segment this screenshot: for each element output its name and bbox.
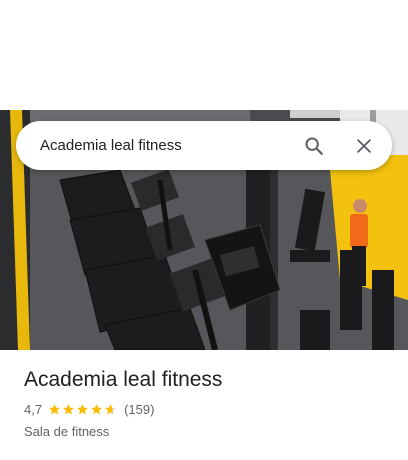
rating-value: 4,7 [24,401,43,417]
close-button[interactable] [344,126,384,166]
rating-row[interactable]: 4,7 (159) [24,400,394,418]
place-category: Sala de fitness [24,424,110,439]
star-icon [91,403,102,414]
place-info[interactable]: Academia leal fitness 4,7 (159) Sala de … [24,366,394,439]
search-button[interactable] [294,126,334,166]
place-title: Academia leal fitness [24,368,223,391]
rating-stars [48,403,118,416]
close-icon [357,138,371,153]
review-count[interactable]: (159) [124,402,154,417]
star-icon [105,403,116,414]
star-icon [77,403,88,414]
search-input[interactable]: Academia leal fitness [16,137,294,154]
search-bar[interactable]: Academia leal fitness [16,121,392,170]
star-icon [63,403,74,414]
star-icon [49,403,60,414]
search-icon [305,136,323,155]
